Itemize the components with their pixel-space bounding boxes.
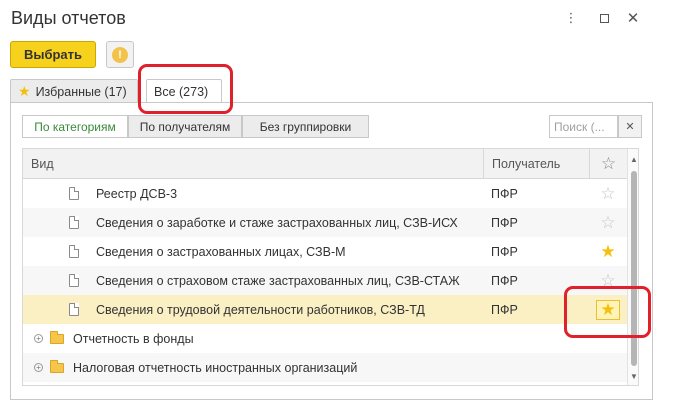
report-recipient: ПФР bbox=[491, 244, 518, 259]
no-grouping-button[interactable]: Без группировки bbox=[242, 115, 369, 138]
document-icon bbox=[69, 274, 79, 287]
table-header: Вид Получатель ☆ bbox=[23, 149, 627, 179]
scroll-up-icon[interactable]: ▲ bbox=[630, 155, 638, 164]
group-by-recipient-button[interactable]: По получателям bbox=[128, 115, 242, 138]
group-row[interactable]: + Налоговая отчетность иностранных органи… bbox=[23, 353, 627, 382]
table-row[interactable]: Сведения о застрахованных лицах, СЗВ-М П… bbox=[23, 237, 627, 266]
tab-all-label: Все (273) bbox=[154, 85, 209, 99]
column-header-kind[interactable]: Вид bbox=[31, 149, 54, 179]
star-icon: ★ bbox=[18, 83, 31, 99]
table-row[interactable]: Сведения о страховом стаже застрахованны… bbox=[23, 266, 627, 295]
group-name: Отчетность в фонды bbox=[73, 331, 194, 346]
favorite-star-icon[interactable]: ★ bbox=[589, 237, 627, 266]
report-recipient: ПФР bbox=[491, 186, 518, 201]
scrollbar-thumb[interactable] bbox=[631, 171, 637, 366]
favorite-star-icon: ★ bbox=[596, 299, 620, 320]
info-button[interactable]: ! bbox=[106, 41, 134, 68]
favorite-star-icon[interactable]: ☆ bbox=[589, 179, 627, 208]
group-by-category-button[interactable]: По категориям bbox=[22, 115, 128, 138]
document-icon bbox=[69, 216, 79, 229]
table-row[interactable]: Реестр ДСВ-3 ПФР ☆ bbox=[23, 179, 627, 208]
table-row[interactable]: Сведения о заработке и стаже застрахован… bbox=[23, 208, 627, 237]
reports-table: Вид Получатель ☆ Реестр ДСВ-3 ПФР ☆ Свед… bbox=[22, 148, 639, 386]
favorite-star-icon[interactable]: ☆ bbox=[589, 266, 627, 295]
tab-favorites[interactable]: ★ Избранные (17) bbox=[10, 79, 138, 103]
report-name: Сведения о заработке и стаже застрахован… bbox=[96, 215, 458, 230]
report-name: Сведения о трудовой деятельности работни… bbox=[96, 302, 425, 317]
expand-icon[interactable]: + bbox=[34, 363, 43, 372]
report-name: Реестр ДСВ-3 bbox=[96, 186, 178, 201]
folder-icon bbox=[50, 330, 64, 344]
tab-favorites-label: Избранные (17) bbox=[35, 84, 127, 99]
search-input[interactable] bbox=[549, 115, 618, 138]
close-icon[interactable]: ✕ bbox=[625, 10, 641, 27]
info-icon: ! bbox=[112, 46, 128, 63]
report-recipient: ПФР bbox=[491, 273, 518, 288]
maximize-icon[interactable] bbox=[596, 10, 612, 26]
group-row[interactable]: + Отчетность в фонды bbox=[23, 324, 627, 353]
report-name: Сведения о страховом стаже застрахованны… bbox=[96, 273, 460, 288]
report-recipient: ПФР bbox=[491, 302, 518, 317]
vertical-scrollbar[interactable]: ▲ ▼ bbox=[627, 149, 638, 385]
table-row-selected[interactable]: Сведения о трудовой деятельности работни… bbox=[23, 295, 627, 324]
star-outline-icon[interactable]: ☆ bbox=[589, 149, 627, 179]
more-vertical-icon[interactable]: ⋮ bbox=[563, 10, 579, 26]
report-name: Сведения о застрахованных лицах, СЗВ-М bbox=[96, 244, 346, 259]
select-button[interactable]: Выбрать bbox=[10, 41, 96, 68]
favorite-star-icon[interactable]: ☆ bbox=[589, 208, 627, 237]
favorite-star-toggle[interactable]: ★ bbox=[589, 295, 627, 324]
scroll-down-icon[interactable]: ▼ bbox=[630, 372, 638, 381]
folder-icon bbox=[50, 359, 64, 373]
document-icon bbox=[69, 187, 79, 200]
clear-search-icon[interactable]: ✕ bbox=[618, 115, 642, 138]
expand-icon[interactable]: + bbox=[34, 334, 43, 343]
tab-all[interactable]: Все (273) bbox=[146, 79, 222, 104]
column-header-recipient[interactable]: Получатель bbox=[483, 149, 589, 179]
report-recipient: ПФР bbox=[491, 215, 518, 230]
document-icon bbox=[69, 303, 79, 316]
window-title: Виды отчетов bbox=[11, 8, 126, 28]
group-name: Налоговая отчетность иностранных организ… bbox=[73, 360, 358, 375]
document-icon bbox=[69, 245, 79, 258]
